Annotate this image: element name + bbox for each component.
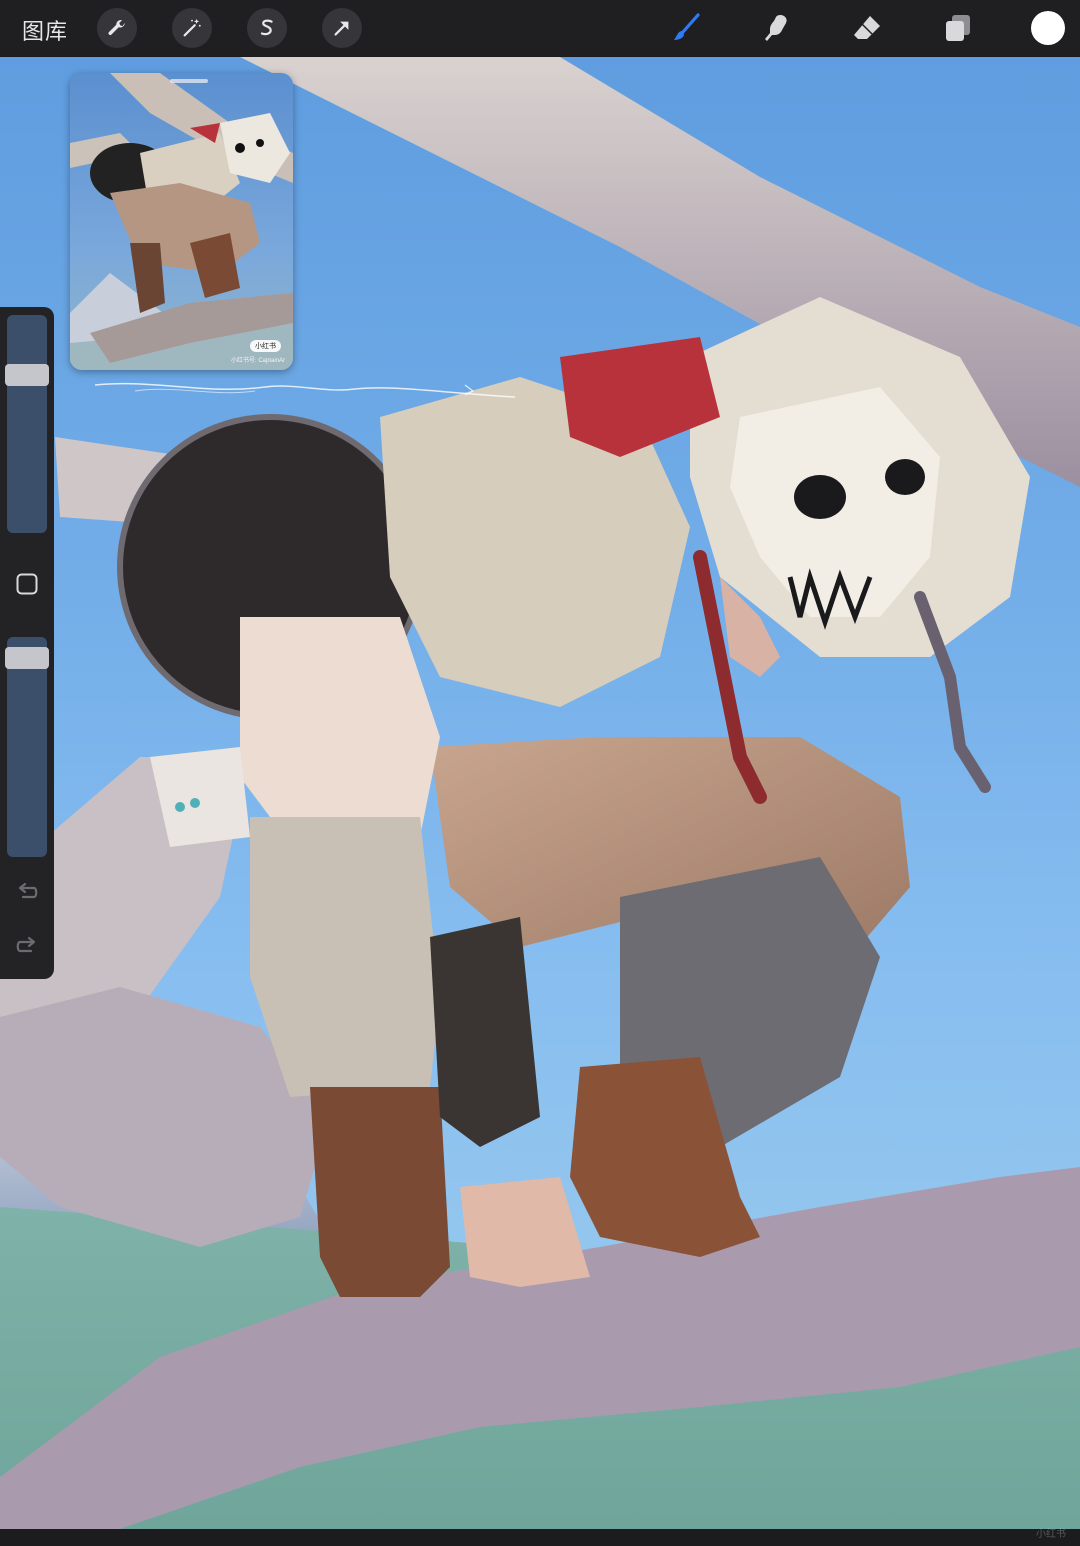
undo-arrow-icon[interactable] (14, 879, 40, 905)
magic-wand-icon (183, 18, 201, 37)
brush-size-thumb[interactable] (5, 364, 49, 386)
eraser-icon (854, 16, 880, 39)
reference-credit: 小红书号: CaptainAr (230, 358, 285, 364)
hand (460, 1177, 590, 1287)
left-boot (310, 1087, 450, 1297)
watermark: 小红书 (1036, 1529, 1066, 1540)
transform-button[interactable] (322, 8, 362, 48)
eraser-tool[interactable] (847, 10, 887, 46)
opacity-slider[interactable] (7, 637, 47, 857)
brush-size-slider[interactable] (7, 315, 47, 533)
fur-shin (250, 817, 440, 1097)
brush-tool[interactable] (666, 10, 706, 46)
smudge-tool[interactable] (757, 10, 797, 46)
signature-scribble (95, 382, 516, 398)
reference-photo (70, 73, 293, 370)
opacity-thumb[interactable] (5, 646, 49, 669)
reference-window[interactable]: 小红书 小红书号: CaptainAr (70, 73, 293, 370)
wrench-icon (108, 20, 125, 36)
procreate-app: 图库 小红书 小红书号: CaptainAr 小红书 (0, 0, 1080, 1546)
layers-icon (946, 15, 970, 41)
adjustments-button[interactable] (172, 8, 212, 48)
left-sidebar (0, 307, 54, 979)
gallery-link[interactable]: 图库 (22, 14, 68, 46)
selection-s-icon (260, 19, 273, 36)
drawing-canvas[interactable]: 小红书 小红书号: CaptainAr (0, 57, 1080, 1529)
brush-icon (674, 13, 700, 40)
actions-button[interactable] (97, 8, 137, 48)
bottom-strip: 小红书 (0, 1529, 1080, 1546)
square-icon[interactable] (15, 572, 39, 596)
redo-arrow-icon[interactable] (14, 933, 40, 959)
color-picker-swatch[interactable] (1031, 11, 1065, 45)
reference-drag-handle[interactable] (170, 79, 208, 83)
reference-badge: 小红书 (250, 340, 281, 352)
bracer (430, 917, 540, 1147)
selection-button[interactable] (247, 8, 287, 48)
top-toolbar: 图库 (0, 0, 1080, 56)
smudge-finger-icon (765, 15, 787, 41)
layers-tool[interactable] (938, 10, 978, 46)
arrow-cursor-icon (334, 21, 349, 36)
